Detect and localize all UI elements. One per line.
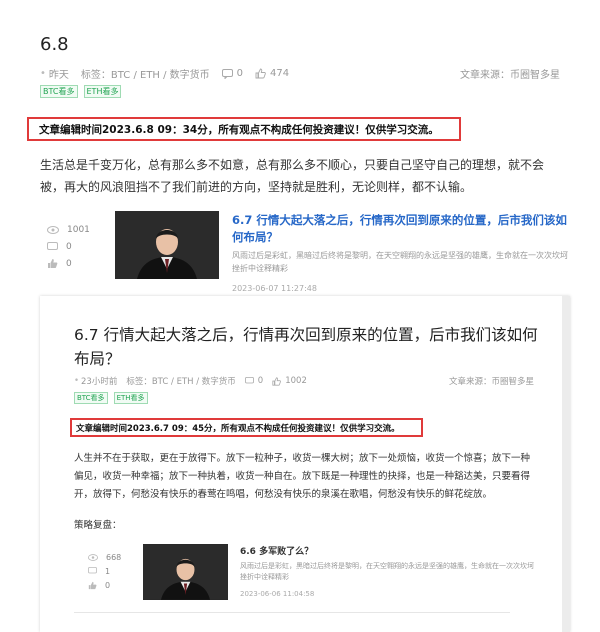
- inner-article-body: 人生并不在于获取，更在于放得下。放下一粒种子，收货一棵大树；放下一处烦恼，收货一…: [74, 453, 531, 500]
- person-portrait-icon: [115, 211, 219, 279]
- source-label: 文章来源：币圈智多星: [460, 70, 560, 81]
- tag-eth[interactable]: ETH看多: [113, 392, 148, 404]
- comment-count[interactable]: 0: [244, 376, 263, 386]
- article-body: 生活总是千变万化，总有那么多不如意，总有那么多不顺心，只要自己坚守自己的理想，就…: [40, 158, 545, 194]
- inner-related-excerpt: 风雨过后是彩虹，黑暗过后终将是黎明，在天空翱翔的永远是坚强的雄鹰，生命就在一次次…: [240, 562, 534, 581]
- tags-label: 标签：BTC / ETH / 数字货币: [126, 377, 236, 387]
- inner-tag-list: BTC看多 ETH看多: [74, 392, 154, 404]
- thumbs-up-icon: [88, 581, 97, 589]
- divider: [74, 612, 510, 613]
- comment-icon: [47, 241, 58, 250]
- publish-time: 昨天: [48, 70, 69, 81]
- tag-list: BTC看多 ETH看多: [40, 85, 127, 98]
- panel-scrollbar[interactable]: [562, 296, 570, 632]
- inner-related-title-link[interactable]: 6.6 多军败了么？: [240, 544, 313, 561]
- comment-count: 0: [47, 238, 90, 255]
- like-count: 0: [88, 578, 121, 592]
- inner-related-stats: 668 1 0: [88, 550, 121, 592]
- person-portrait-icon: [143, 544, 228, 600]
- section-heading: 策略复盘：: [74, 520, 122, 531]
- source-label: 文章来源：币圈智多星: [448, 377, 534, 387]
- tag-btc[interactable]: BTC看多: [74, 392, 108, 404]
- comment-count: 1: [88, 564, 121, 578]
- time-meta: • 昨天: [40, 66, 69, 81]
- inner-related-date: 2023-06-06 11:04:58: [240, 590, 315, 598]
- time-meta: • 23小时前: [74, 376, 118, 387]
- inner-title: 6.7 行情大起大落之后，行情再次回到原来的位置，后市我们该如何布局？: [74, 326, 538, 368]
- view-count: 1001: [47, 221, 90, 238]
- edit-time-notice: 文章编辑时间2023.6.8 09：34分，所有观点不构成任何投资建议！仅供学习…: [27, 117, 461, 141]
- like-count: 0: [47, 255, 90, 272]
- related-date: 2023-06-07 11:27:48: [232, 284, 317, 293]
- related-thumbnail[interactable]: [115, 211, 219, 279]
- related-title-link[interactable]: 6.7 行情大起大落之后，行情再次回到原来的位置，后市我们该如何布局？: [232, 212, 572, 246]
- comment-icon: [244, 377, 254, 384]
- thumbs-up-icon: [255, 68, 266, 79]
- dot-icon: •: [40, 68, 46, 79]
- view-count: 668: [88, 550, 121, 564]
- comment-icon: [221, 68, 233, 79]
- eye-icon: [47, 225, 59, 234]
- inner-edit-time-notice: 文章编辑时间2023.6.7 09：45分，所有观点不构成任何投资建议！仅供学习…: [70, 418, 423, 437]
- tag-eth[interactable]: ETH看多: [83, 85, 122, 98]
- related-stats: 1001 0 0: [47, 221, 90, 272]
- tags-label: 标签：BTC / ETH / 数字货币: [80, 70, 210, 81]
- thumbs-up-icon: [48, 259, 58, 268]
- like-count[interactable]: 1002: [272, 376, 307, 386]
- inner-related-thumbnail[interactable]: [143, 544, 228, 600]
- comment-count[interactable]: 0: [221, 68, 243, 79]
- page-title: 6.8: [40, 34, 69, 55]
- like-count[interactable]: 474: [255, 68, 289, 79]
- eye-icon: [88, 553, 98, 561]
- tag-btc[interactable]: BTC看多: [40, 85, 78, 98]
- article-meta: • 昨天 标签：BTC / ETH / 数字货币 0 474 文章来源：币圈智多…: [40, 66, 560, 81]
- related-excerpt: 风雨过后是彩虹，黑暗过后终将是黎明，在天空翱翔的永远是坚强的雄鹰，生命就在一次次…: [232, 251, 568, 273]
- inner-meta: • 23小时前 标签：BTC / ETH / 数字货币 0 1002 文章来源：…: [74, 375, 534, 387]
- dot-icon: •: [74, 376, 80, 386]
- thumbs-up-icon: [272, 376, 282, 386]
- comment-icon: [88, 567, 97, 574]
